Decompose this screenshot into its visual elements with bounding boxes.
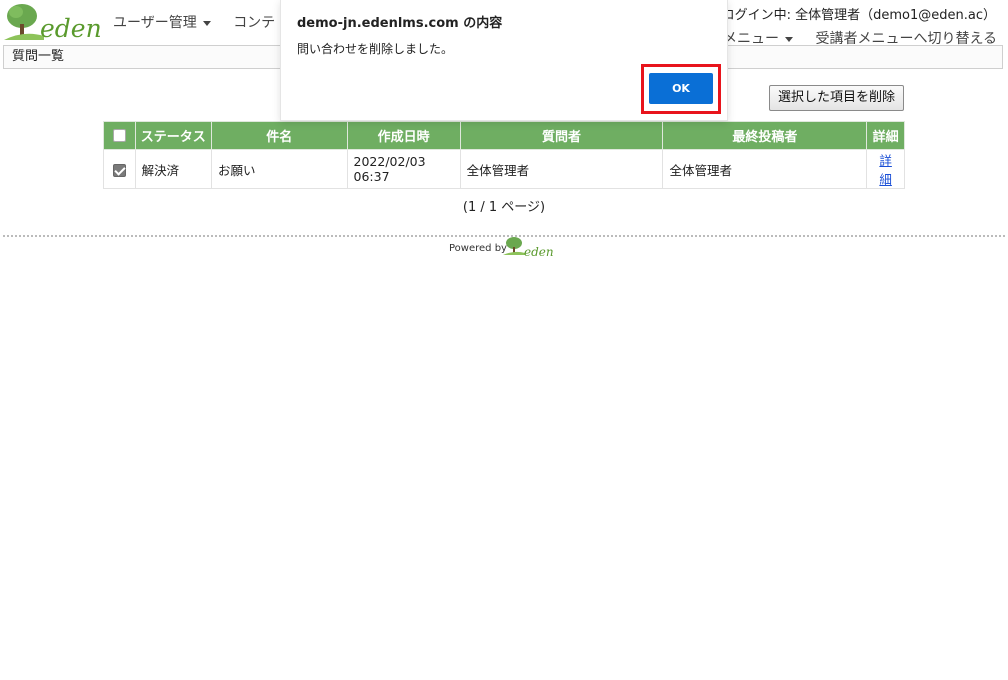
powered-by-text: Powered by: [449, 243, 507, 254]
table-row: 解決済 お願い 2022/02/03 06:37 全体管理者 全体管理者 詳細: [103, 149, 905, 189]
chevron-down-icon: [202, 20, 211, 26]
dialog-message: 問い合わせを削除しました。: [297, 42, 454, 56]
cell-questioner: 全体管理者: [459, 149, 664, 189]
cell-subject: お願い: [211, 149, 348, 189]
col-questioner[interactable]: 質問者: [459, 121, 664, 150]
row-select-cell: [103, 149, 136, 189]
table-header-row: ステータス 件名 作成日時 質問者 最終投稿者 詳細: [103, 121, 905, 150]
row-checkbox[interactable]: [112, 163, 126, 177]
powered-by: Powered by eden: [449, 236, 559, 264]
nav-content[interactable]: コンテ: [233, 12, 275, 32]
select-all-cell: [103, 121, 136, 150]
detail-link[interactable]: 詳細: [879, 153, 892, 187]
login-info: ログイン中: 全体管理者（demo1@eden.ac）: [721, 8, 996, 23]
cell-last-poster: 全体管理者: [662, 149, 868, 189]
eden-logo[interactable]: eden: [4, 2, 102, 44]
cell-status: 解決済: [134, 149, 213, 189]
alert-dialog: demo-jn.edenlms.com の内容 問い合わせを削除しました。 OK: [280, 0, 728, 121]
tree-icon: [503, 237, 525, 255]
powered-by-brand: eden: [524, 245, 554, 259]
col-created[interactable]: 作成日時: [346, 121, 461, 150]
nav-user-management[interactable]: ユーザー管理: [113, 12, 211, 32]
col-detail: 詳細: [866, 121, 905, 150]
ok-highlight: OK: [641, 64, 721, 114]
brand-name: eden: [40, 14, 102, 43]
select-all-checkbox[interactable]: [112, 129, 126, 142]
col-subject[interactable]: 件名: [211, 121, 348, 150]
delete-selected-button[interactable]: 選択した項目を削除: [769, 85, 905, 111]
col-last-poster[interactable]: 最終投稿者: [662, 121, 868, 150]
tree-icon: [4, 4, 44, 40]
chevron-down-icon: [785, 36, 793, 42]
dialog-title: demo-jn.edenlms.com の内容: [297, 16, 503, 31]
inquiry-table: ステータス 件名 作成日時 質問者 最終投稿者 詳細 解決済 お願い 2022/…: [103, 121, 905, 189]
cell-detail: 詳細: [866, 149, 905, 189]
main-nav: ユーザー管理 コンテ: [113, 12, 293, 32]
cell-created: 2022/02/03 06:37: [346, 149, 461, 189]
pagination: (1 / 1 ページ): [462, 200, 546, 215]
col-status[interactable]: ステータス: [134, 121, 213, 150]
ok-button[interactable]: OK: [649, 73, 713, 104]
